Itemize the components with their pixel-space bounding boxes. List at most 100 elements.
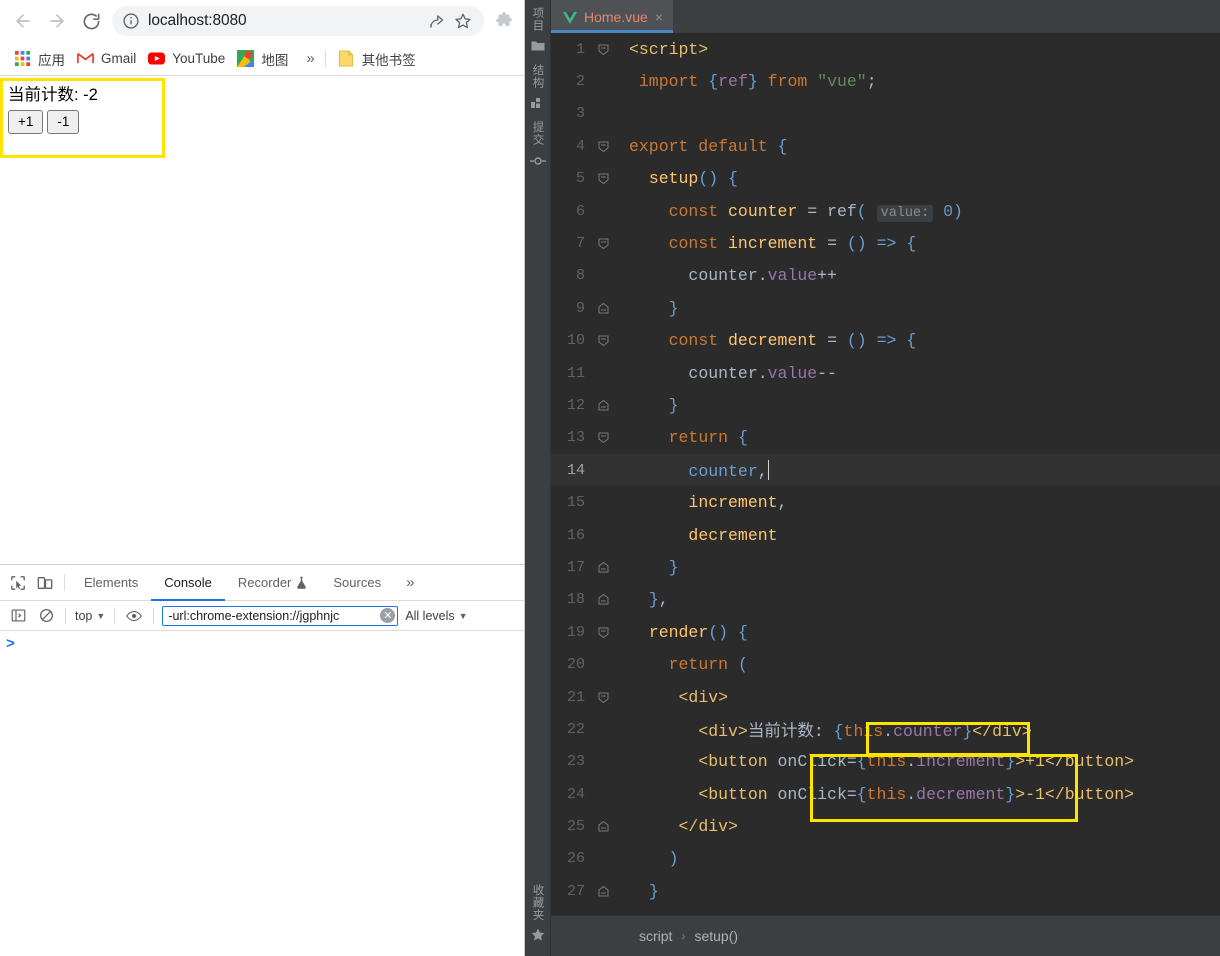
code-line[interactable]: 16 decrement xyxy=(551,519,1220,551)
fold-marker[interactable] xyxy=(589,561,617,573)
fold-marker[interactable] xyxy=(589,302,617,314)
bookmarks-overflow-button[interactable]: » xyxy=(296,50,324,67)
code-line[interactable]: 6 const counter = ref( value: 0) xyxy=(551,195,1220,227)
code-line[interactable]: 5 setup() { xyxy=(551,163,1220,195)
code-line[interactable]: 21 <div> xyxy=(551,681,1220,713)
code-content: const counter = ref( value: 0) xyxy=(668,201,963,222)
bookmark-gmail[interactable]: Gmail xyxy=(73,47,144,70)
address-bar[interactable]: localhost:8080 xyxy=(112,6,484,36)
google-maps-icon xyxy=(237,50,255,67)
star-icon[interactable] xyxy=(450,8,476,34)
breadcrumb-setup[interactable]: setup() xyxy=(694,928,738,944)
increment-button[interactable]: +1 xyxy=(8,110,44,134)
breadcrumb-script[interactable]: script xyxy=(639,928,672,944)
editor-tab-home-vue[interactable]: Home.vue × xyxy=(551,0,673,33)
fold-marker[interactable] xyxy=(589,44,617,55)
sidebar-item-project[interactable]: 项目 xyxy=(525,4,550,35)
sidebar-item-structure[interactable]: 结构 xyxy=(525,61,550,92)
code-line[interactable]: 11 counter.value-- xyxy=(551,357,1220,389)
code-editor[interactable]: 1 <script> 2 import {ref} from "vue"; 3 xyxy=(551,33,1220,915)
extension-puzzle-icon xyxy=(494,11,514,31)
console-sidebar-icon[interactable] xyxy=(4,603,32,629)
editor-tab-filename: Home.vue xyxy=(584,8,648,25)
sidebar-item-folder[interactable] xyxy=(525,35,550,61)
fold-marker[interactable] xyxy=(589,173,617,185)
code-line-current[interactable]: 14 counter, xyxy=(551,454,1220,487)
tab-console[interactable]: Console xyxy=(151,565,225,601)
reload-button[interactable] xyxy=(74,4,108,38)
code-line[interactable]: 4 export default { xyxy=(551,130,1220,162)
sidebar-item-modules[interactable] xyxy=(525,92,550,118)
code-line[interactable]: 26 ) xyxy=(551,843,1220,875)
bookmark-maps[interactable]: 地图 xyxy=(233,46,296,72)
code-line[interactable]: 23 <button onClick={this.increment}>+1</… xyxy=(551,746,1220,778)
fold-marker[interactable] xyxy=(589,399,617,411)
fold-marker[interactable] xyxy=(589,141,617,152)
decrement-button[interactable]: -1 xyxy=(47,110,80,134)
code-content: <div>当前计数: {this.counter}</div> xyxy=(698,722,1032,742)
fold-marker[interactable] xyxy=(589,885,617,897)
code-content: const increment = () => { xyxy=(668,234,917,254)
code-line[interactable]: 12 } xyxy=(551,389,1220,421)
code-line[interactable]: 24 <button onClick={this.decrement}>-1</… xyxy=(551,778,1220,810)
code-line[interactable]: 20 return ( xyxy=(551,648,1220,680)
fold-marker[interactable] xyxy=(589,238,617,250)
clear-input-icon[interactable]: ✕ xyxy=(380,608,396,623)
code-line[interactable]: 15 increment, xyxy=(551,486,1220,518)
bookmark-label: 地图 xyxy=(261,52,289,68)
extensions-button[interactable] xyxy=(494,11,514,31)
sidebar-item-commit[interactable]: 提交 xyxy=(525,118,550,149)
console-filter-input[interactable]: -url:chrome-extension://jgphnjc ✕ xyxy=(162,605,399,626)
filterbar-divider-3 xyxy=(153,607,155,624)
console-prompt-row[interactable]: > xyxy=(0,631,524,652)
code-line[interactable]: 27 } xyxy=(551,875,1220,907)
log-level-selector[interactable]: All levels ▼ xyxy=(401,609,471,623)
context-label: top xyxy=(75,608,93,623)
code-line[interactable]: 13 return { xyxy=(551,422,1220,454)
fold-marker[interactable] xyxy=(589,821,617,832)
ide-editor-area: Home.vue × 1 <script> 2 import {ref} fro… xyxy=(551,0,1220,956)
back-button[interactable] xyxy=(6,4,40,38)
tab-elements[interactable]: Elements xyxy=(71,565,151,600)
code-line[interactable]: 8 counter.value++ xyxy=(551,260,1220,292)
code-line[interactable]: 9 } xyxy=(551,292,1220,324)
fold-marker[interactable] xyxy=(589,335,617,347)
fold-marker[interactable] xyxy=(589,692,617,703)
share-icon[interactable] xyxy=(424,8,450,34)
code-line[interactable]: 10 const decrement = () => { xyxy=(551,325,1220,357)
tab-sources[interactable]: Sources xyxy=(320,565,394,600)
code-line[interactable]: 19 render() { xyxy=(551,616,1220,648)
code-content: </div> xyxy=(678,817,738,837)
bookmark-youtube[interactable]: YouTube xyxy=(144,47,233,70)
fold-marker[interactable] xyxy=(589,594,617,605)
info-circle-icon[interactable] xyxy=(122,12,140,30)
clear-console-icon[interactable] xyxy=(32,603,60,629)
sidebar-item-bookmarks[interactable] xyxy=(525,924,550,950)
inspect-element-icon[interactable] xyxy=(4,565,31,600)
url-text[interactable]: localhost:8080 xyxy=(148,12,424,30)
code-line[interactable]: 2 import {ref} from "vue"; xyxy=(551,65,1220,97)
execution-context-selector[interactable]: top ▼ xyxy=(71,609,109,623)
close-icon[interactable]: × xyxy=(655,10,663,24)
code-line[interactable]: 22 <div>当前计数: {this.counter}</div> xyxy=(551,713,1220,745)
code-line[interactable]: 25 </div> xyxy=(551,810,1220,842)
more-tabs-button[interactable]: » xyxy=(394,565,426,600)
editor-breadcrumb: script › setup() xyxy=(551,915,1220,956)
fold-marker[interactable] xyxy=(589,432,617,444)
code-line[interactable]: 1 <script> xyxy=(551,33,1220,65)
sidebar-bottom-group: 收藏夹 xyxy=(525,881,550,951)
sidebar-item-favorites[interactable]: 收藏夹 xyxy=(525,881,550,925)
tab-recorder[interactable]: Recorder xyxy=(225,565,320,600)
code-line[interactable]: 7 const increment = () => { xyxy=(551,227,1220,259)
fold-marker[interactable] xyxy=(589,627,617,638)
forward-button[interactable] xyxy=(40,4,74,38)
live-expression-eye-icon[interactable] xyxy=(120,603,148,629)
code-line[interactable]: 17 } xyxy=(551,551,1220,583)
device-toolbar-icon[interactable] xyxy=(31,565,58,600)
other-bookmarks-button[interactable]: 其他书签 xyxy=(334,46,424,72)
code-line[interactable]: 3 xyxy=(551,98,1220,130)
bookmark-apps[interactable]: 应用 xyxy=(10,46,73,72)
code-line[interactable]: 18 }, xyxy=(551,584,1220,616)
sidebar-item-git[interactable] xyxy=(525,149,550,175)
console-output[interactable]: > xyxy=(0,631,524,956)
